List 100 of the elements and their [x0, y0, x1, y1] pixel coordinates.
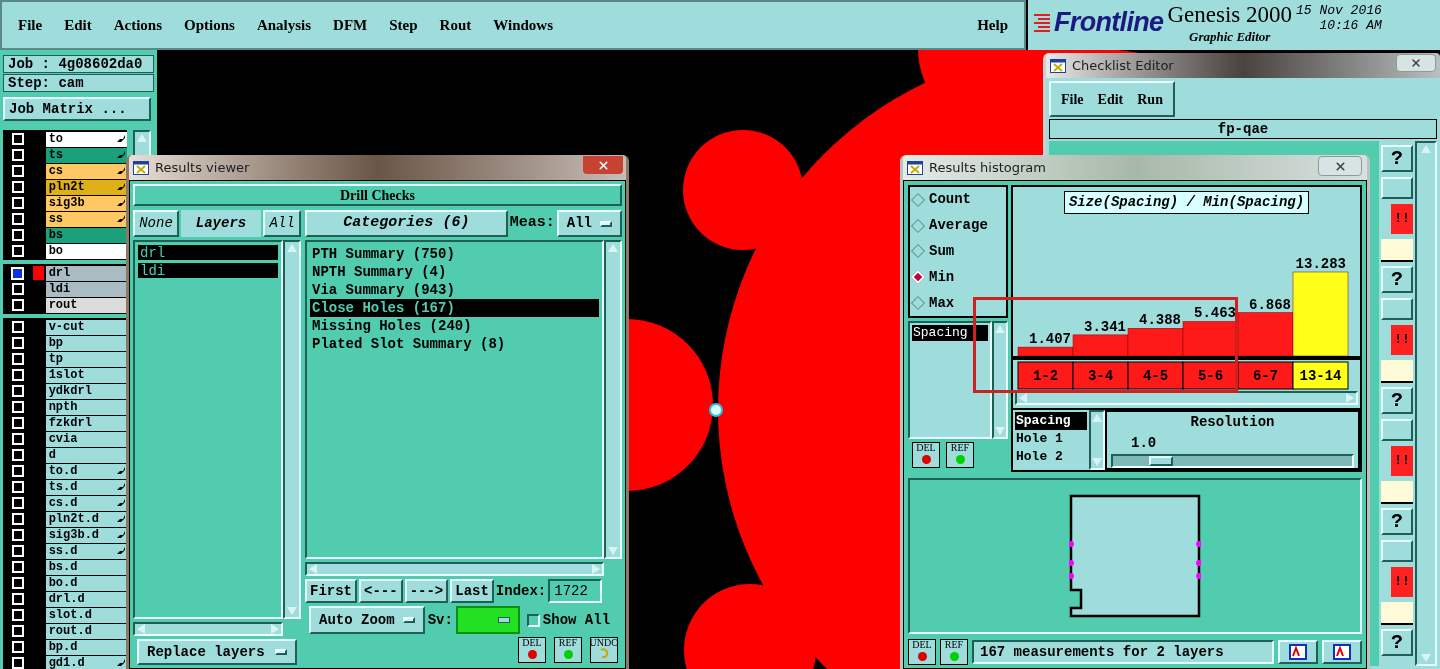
tool-button[interactable]: DEL: [518, 637, 546, 663]
navigation-button[interactable]: First: [305, 579, 357, 603]
layer-name[interactable]: cs.d: [45, 495, 127, 511]
layer-checkbox[interactable]: [11, 321, 24, 333]
statistic-radio[interactable]: Min: [913, 266, 1003, 288]
scrollbar[interactable]: [133, 622, 283, 636]
layer-name[interactable]: v-cut: [45, 319, 127, 335]
layer-name[interactable]: drl.d: [45, 591, 127, 607]
category-item[interactable]: NPTH Summary (4): [310, 263, 599, 281]
layer-name[interactable]: gd1.d: [45, 655, 127, 669]
slider-thumb[interactable]: [1148, 456, 1173, 466]
layer-name[interactable]: bs: [45, 227, 127, 243]
layer-checkbox[interactable]: [11, 529, 24, 541]
histogram-bar[interactable]: [1072, 334, 1129, 357]
histogram-bar[interactable]: [1017, 346, 1074, 357]
layer-checkbox[interactable]: [11, 181, 24, 193]
report-button[interactable]: [1278, 640, 1318, 664]
close-button[interactable]: [1396, 54, 1436, 72]
statistic-radio[interactable]: Count: [913, 189, 1003, 211]
navigation-button[interactable]: <---: [359, 579, 403, 603]
scrollbar[interactable]: [992, 321, 1008, 439]
layer-name[interactable]: to.d: [45, 463, 127, 479]
layer-name[interactable]: rout: [45, 297, 127, 313]
resolution-slider[interactable]: [1111, 454, 1354, 468]
layer-checkbox[interactable]: [11, 245, 24, 257]
layer-name[interactable]: drl: [45, 265, 127, 281]
zoom-mode-dropdown[interactable]: Auto Zoom: [309, 606, 425, 634]
layer-checkbox[interactable]: [11, 561, 24, 573]
layer-name[interactable]: ts.d: [45, 479, 127, 495]
show-all-checkbox[interactable]: [526, 613, 540, 627]
help-button[interactable]: ?: [1381, 145, 1413, 172]
layer-name[interactable]: pln2t: [45, 179, 127, 195]
scrollbar[interactable]: [604, 240, 622, 559]
layer-name[interactable]: bp: [45, 335, 127, 351]
select-none-button[interactable]: None: [133, 210, 179, 237]
tool-button[interactable]: REF: [554, 637, 582, 663]
meas-dropdown[interactable]: All: [556, 210, 622, 237]
layer-checkbox[interactable]: [11, 133, 24, 145]
help-button[interactable]: ?: [1381, 387, 1413, 414]
menu-item[interactable]: Options: [184, 13, 235, 37]
tool-button[interactable]: DEL: [908, 639, 936, 665]
layer-checkbox[interactable]: [11, 385, 24, 397]
layer-checkbox[interactable]: [11, 266, 25, 280]
layer-name[interactable]: ldi: [45, 281, 127, 297]
layer-name[interactable]: d: [45, 447, 127, 463]
layer-checkbox[interactable]: [11, 593, 24, 605]
layer-name[interactable]: pln2t.d: [45, 511, 127, 527]
scrollbar[interactable]: [1415, 141, 1437, 666]
menu-item[interactable]: File: [18, 13, 43, 37]
layer-name[interactable]: slot.d: [45, 607, 127, 623]
layer-checkbox[interactable]: [11, 625, 24, 637]
menu-item[interactable]: Step: [389, 13, 418, 37]
close-button[interactable]: [1318, 156, 1362, 176]
close-button[interactable]: [583, 156, 623, 174]
check-action-button[interactable]: [1381, 298, 1413, 320]
layer-item[interactable]: drl: [138, 245, 278, 260]
layer-item[interactable]: ldi: [138, 263, 278, 278]
statistic-radio[interactable]: Average: [913, 215, 1003, 237]
scrollbar[interactable]: [283, 240, 301, 619]
statistic-radio[interactable]: Max: [913, 292, 1003, 314]
layer-checkbox[interactable]: [11, 401, 24, 413]
layer-name[interactable]: bo: [45, 243, 127, 259]
layer-name[interactable]: ss.d: [45, 543, 127, 559]
layer-checkbox[interactable]: [11, 513, 24, 525]
layer-checkbox[interactable]: [11, 433, 24, 445]
histogram-bar[interactable]: [1237, 312, 1294, 357]
category-item[interactable]: Missing Holes (240): [310, 317, 599, 335]
tool-button[interactable]: DEL: [912, 442, 940, 468]
field-item[interactable]: Hole 1: [1015, 430, 1087, 448]
menu-item[interactable]: Windows: [493, 13, 553, 37]
scrollbar[interactable]: [1089, 410, 1105, 470]
category-item[interactable]: Close Holes (167): [310, 299, 599, 317]
layer-checkbox[interactable]: [11, 417, 24, 429]
field-item[interactable]: Spacing: [1015, 412, 1087, 430]
layer-name[interactable]: sig3b.d: [45, 527, 127, 543]
layer-checkbox[interactable]: [11, 337, 24, 349]
menu-item[interactable]: Actions: [113, 13, 162, 37]
navigation-button[interactable]: --->: [404, 579, 449, 603]
help-menu-item[interactable]: Help: [977, 13, 1008, 37]
menu-item[interactable]: Run: [1137, 88, 1163, 110]
layer-name[interactable]: fzkdrl: [45, 415, 127, 431]
help-button[interactable]: ?: [1381, 266, 1413, 293]
layer-checkbox[interactable]: [11, 197, 24, 209]
layer-checkbox[interactable]: [11, 609, 24, 621]
replace-mode-dropdown[interactable]: Replace layers: [137, 639, 297, 665]
layer-name[interactable]: ss: [45, 211, 127, 227]
menu-item[interactable]: Analysis: [256, 13, 312, 37]
help-button[interactable]: ?: [1381, 508, 1413, 535]
index-field[interactable]: 1722: [548, 579, 603, 603]
layer-checkbox[interactable]: [11, 497, 24, 509]
navigation-button[interactable]: Last: [450, 579, 494, 603]
histogram-bar[interactable]: [1292, 271, 1349, 357]
check-action-button[interactable]: [1381, 419, 1413, 441]
layer-name[interactable]: ydkdrl: [45, 383, 127, 399]
tool-button[interactable]: REF: [940, 639, 968, 665]
scrollbar[interactable]: [305, 562, 604, 576]
layer-name[interactable]: ts: [45, 147, 127, 163]
severity-dropdown[interactable]: [455, 606, 520, 634]
layer-name[interactable]: cs: [45, 163, 127, 179]
menu-item[interactable]: Edit: [1097, 88, 1124, 110]
